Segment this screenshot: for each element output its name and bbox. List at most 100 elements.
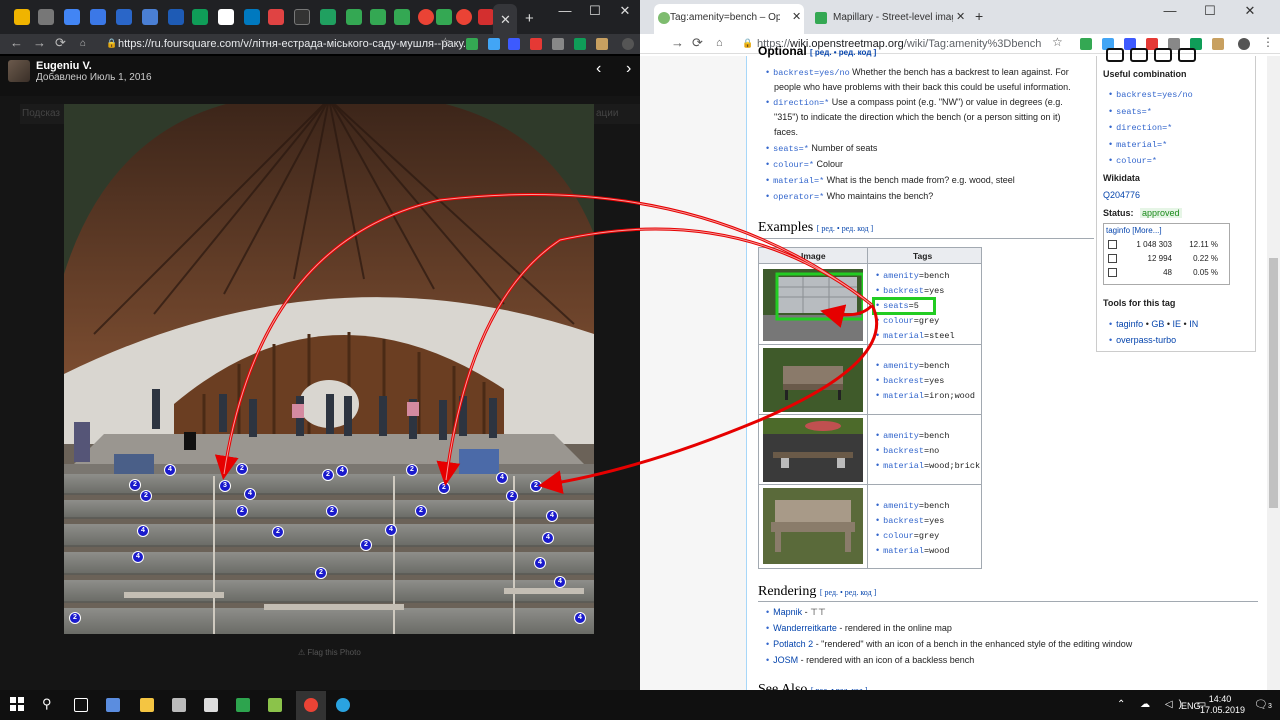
- app-icon[interactable]: [106, 698, 120, 712]
- seat-marker[interactable]: 2: [236, 463, 248, 475]
- seat-marker[interactable]: 4: [546, 510, 558, 522]
- seat-marker[interactable]: 4: [137, 525, 149, 537]
- seat-marker[interactable]: 2: [530, 480, 542, 492]
- tool-link[interactable]: IE: [1173, 319, 1182, 329]
- tab-favicon-icon[interactable]: [394, 9, 410, 25]
- seat-marker[interactable]: 4: [336, 465, 348, 477]
- seat-marker[interactable]: 4: [385, 524, 397, 536]
- tab-favicon-icon[interactable]: [478, 9, 494, 25]
- extension-icon[interactable]: [1080, 38, 1092, 50]
- address-bar[interactable]: https://ru.foursquare.com/v/літня-естрад…: [118, 35, 478, 53]
- tab-favicon-icon[interactable]: [346, 9, 362, 25]
- tab-favicon-icon[interactable]: [192, 9, 208, 25]
- key-link[interactable]: backrest=yes/no: [773, 68, 850, 78]
- tab-title[interactable]: Mapillary - Street-level imagery,: [833, 12, 953, 23]
- seat-marker[interactable]: 2: [438, 482, 450, 494]
- tab-close-icon[interactable]: ✕: [956, 10, 965, 23]
- home-icon[interactable]: ⌂: [80, 38, 86, 49]
- extension-icon[interactable]: [574, 38, 586, 50]
- tag-link[interactable]: backrest=yes/no: [1116, 90, 1193, 100]
- file-explorer-icon[interactable]: [140, 698, 154, 712]
- language-indicator[interactable]: ENG: [1181, 701, 1201, 711]
- seat-marker[interactable]: 2: [129, 479, 141, 491]
- tab-favicon-icon[interactable]: [142, 9, 158, 25]
- tag-key-link[interactable]: backrest: [883, 286, 924, 296]
- app-icon[interactable]: [204, 698, 218, 712]
- seat-marker[interactable]: 4: [542, 532, 554, 544]
- flag-photo-link[interactable]: ⚠ Flag this Photo: [298, 648, 361, 657]
- seat-marker[interactable]: 2: [322, 469, 334, 481]
- tab-close-icon[interactable]: ✕: [792, 10, 801, 23]
- seat-marker[interactable]: 4: [574, 612, 586, 624]
- tag-link[interactable]: direction=*: [1116, 123, 1172, 133]
- edit-links[interactable]: [ ред. • ред. код ]: [820, 588, 876, 597]
- tab-favicon-icon[interactable]: [436, 9, 452, 25]
- seat-marker[interactable]: 4: [132, 551, 144, 563]
- close-button[interactable]: ✕: [610, 3, 640, 19]
- key-link[interactable]: material=*: [773, 176, 824, 186]
- seat-marker[interactable]: 3: [219, 480, 231, 492]
- tab-favicon-icon[interactable]: [90, 9, 106, 25]
- steel-bench-photo[interactable]: [763, 269, 863, 341]
- new-tab-button[interactable]: +: [525, 10, 534, 27]
- tag-key-link[interactable]: material: [883, 391, 924, 401]
- wikidata-link[interactable]: Q204776: [1103, 190, 1140, 200]
- tool-link[interactable]: GB: [1151, 319, 1164, 329]
- tag-key-link[interactable]: amenity: [883, 501, 919, 511]
- forward-icon[interactable]: →: [33, 35, 46, 50]
- wiki-scrollbar-thumb[interactable]: [1269, 258, 1278, 508]
- iron-wood-bench-photo[interactable]: [763, 348, 863, 412]
- reload-icon[interactable]: ⟳: [55, 35, 66, 51]
- reload-icon[interactable]: ⟳: [692, 35, 703, 51]
- seat-marker[interactable]: 2: [315, 567, 327, 579]
- tool-link[interactable]: taginfo: [1116, 319, 1143, 329]
- notification-icon[interactable]: 🗨3: [1254, 698, 1272, 711]
- extension-icon[interactable]: [1212, 38, 1224, 50]
- chrome-icon[interactable]: [304, 698, 318, 712]
- close-button[interactable]: ✕: [1230, 3, 1270, 19]
- seat-marker[interactable]: 2: [236, 505, 248, 517]
- avatar[interactable]: [8, 60, 30, 82]
- extension-icon[interactable]: [466, 38, 478, 50]
- tag-key-link[interactable]: colour: [883, 316, 914, 326]
- seat-marker[interactable]: 2: [506, 490, 518, 502]
- overpass-link[interactable]: overpass-turbo: [1116, 335, 1176, 345]
- seat-marker[interactable]: 4: [496, 472, 508, 484]
- tag-key-link[interactable]: amenity: [883, 361, 919, 371]
- edit-links[interactable]: [ ред. • ред. код ]: [817, 224, 873, 233]
- tab-close-icon[interactable]: ✕: [500, 12, 511, 28]
- tab-favicon-icon[interactable]: [294, 9, 310, 25]
- new-tab-button[interactable]: +: [975, 8, 983, 24]
- tag-key-link[interactable]: backrest: [883, 446, 924, 456]
- app-icon[interactable]: [268, 698, 282, 712]
- taginfo-more-link[interactable]: [More...]: [1132, 226, 1161, 235]
- tag-link[interactable]: colour=*: [1116, 156, 1157, 166]
- minimize-button[interactable]: —: [550, 3, 580, 18]
- tag-key-link[interactable]: material: [883, 331, 924, 341]
- seat-marker[interactable]: 2: [360, 539, 372, 551]
- tab-favicon-icon[interactable]: [14, 9, 30, 25]
- seat-marker[interactable]: 2: [326, 505, 338, 517]
- search-icon[interactable]: ⚲: [42, 696, 56, 711]
- tab-favicon-icon[interactable]: [218, 9, 234, 25]
- renderer-link[interactable]: Potlatch 2: [773, 639, 813, 649]
- status-badge[interactable]: approved: [1140, 208, 1182, 218]
- minimize-button[interactable]: —: [1150, 3, 1190, 18]
- tab-favicon-icon[interactable]: [456, 9, 472, 25]
- taginfo-link[interactable]: taginfo: [1106, 226, 1130, 235]
- previous-photo-icon[interactable]: ‹: [596, 60, 601, 78]
- seat-marker[interactable]: 4: [534, 557, 546, 569]
- seat-marker[interactable]: 2: [415, 505, 427, 517]
- renderer-link[interactable]: Wanderreitkarte: [773, 623, 837, 633]
- tag-key-link[interactable]: colour: [883, 531, 914, 541]
- back-icon[interactable]: ←: [10, 35, 23, 50]
- seat-marker[interactable]: 2: [272, 526, 284, 538]
- tool-link[interactable]: IN: [1189, 319, 1198, 329]
- menu-icon[interactable]: ⋮: [1262, 35, 1274, 49]
- extension-icon[interactable]: [622, 38, 634, 50]
- maximize-button[interactable]: ☐: [580, 3, 610, 19]
- tag-key-link[interactable]: backrest: [883, 516, 924, 526]
- home-icon[interactable]: ⌂: [716, 37, 723, 49]
- tab-favicon-icon[interactable]: [268, 9, 284, 25]
- tab-favicon-icon[interactable]: [320, 9, 336, 25]
